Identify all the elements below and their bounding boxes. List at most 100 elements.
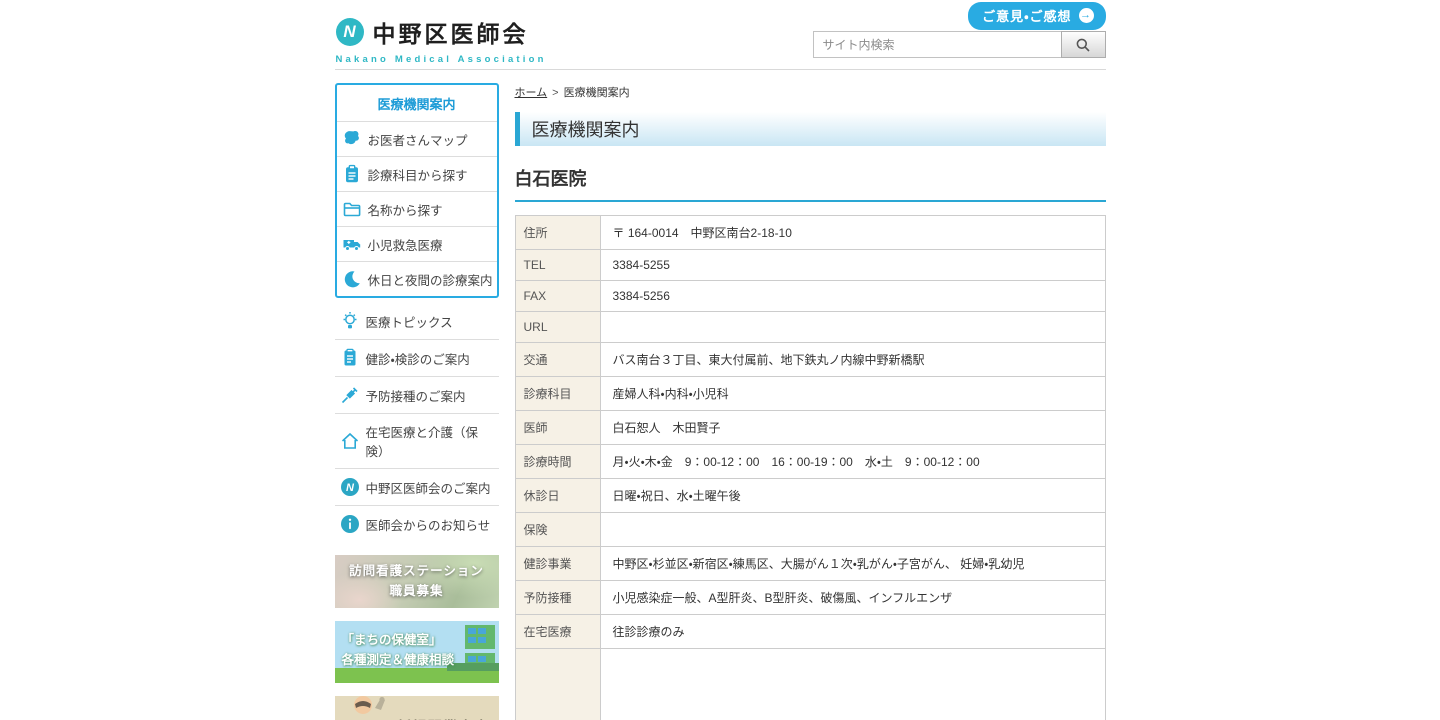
row-label: 診療時間: [515, 445, 600, 479]
table-row: FAX 3384-5256: [515, 281, 1105, 312]
site-title: 中野区医師会: [373, 15, 529, 49]
ambulance-icon: [342, 234, 362, 254]
row-value: 往診診療のみ: [600, 615, 1105, 649]
feedback-button[interactable]: ご意見・ご感想 →: [968, 2, 1105, 30]
sidebar-item-label: 予防接種のご案内: [366, 386, 466, 405]
banner-text: 職員募集: [389, 582, 443, 601]
row-label: URL: [515, 312, 600, 343]
table-row-empty: [515, 649, 1105, 720]
table-row: TEL 3384-5255: [515, 250, 1105, 281]
row-value: 小児感染症一般、A型肝炎、B型肝炎、破傷風、インフルエンザ: [600, 581, 1105, 615]
banner-text: 訪問看護ステーション: [349, 562, 484, 581]
row-label: 医師: [515, 411, 600, 445]
sidebar-item-pediatric-emergency[interactable]: 小児救急医療: [337, 226, 497, 261]
row-label: FAX: [515, 281, 600, 312]
moon-icon: [342, 269, 362, 289]
table-row: 休診日 日曜・祝日、水・土曜午後: [515, 479, 1105, 513]
row-value: 3384-5256: [600, 281, 1105, 312]
sidebar-box-title: 医療機関案内: [337, 85, 497, 121]
site-logo[interactable]: N 中野区医師会 Nakano Medical Association: [336, 15, 547, 65]
main: 医療機関案内 お医者さんマップ: [335, 70, 1106, 720]
document-icon: [340, 348, 360, 368]
sidebar-links: 医療トピックス 健診・検診のご案内: [335, 303, 499, 542]
clinic-name-heading: 白石医院: [515, 165, 1106, 202]
clipboard-icon: [342, 164, 362, 184]
row-value: バス南台３丁目、東大付属前、地下鉄丸ノ内線中野新橋駅: [600, 343, 1105, 377]
row-label: 住所: [515, 216, 600, 250]
row-value: 3384-5255: [600, 250, 1105, 281]
table-row: 保険: [515, 513, 1105, 547]
row-label: 在宅医療: [515, 615, 600, 649]
sidebar-item-doctor-map[interactable]: お医者さんマップ: [337, 121, 497, 156]
content: ホーム > 医療機関案内 医療機関案内 白石医院 住所 〒 164-0014 中野区…: [515, 83, 1106, 720]
row-value: 白石恕人 木田賢子: [600, 411, 1105, 445]
sidebar-item-label: 医師会からのお知らせ: [366, 515, 491, 534]
sidebar-item-home-care[interactable]: 在宅医療と介護（保険）: [335, 413, 499, 468]
row-value: [600, 312, 1105, 343]
row-value: 中野区・杉並区・新宿区・練馬区、大腸がん１次・乳がん・子宮がん、 妊婦・乳幼児: [600, 547, 1105, 581]
sidebar-item-label: 小児救急医療: [368, 235, 443, 254]
row-value: 月・火・木・金 9：00-12：00 16：00-19：00 水・土 9：00-…: [600, 445, 1105, 479]
table-row: 住所 〒 164-0014 中野区南台2-18-10: [515, 216, 1105, 250]
breadcrumb-separator: >: [552, 87, 558, 99]
table-row: 医師 白石恕人 木田賢子: [515, 411, 1105, 445]
sidebar-item-association-guide[interactable]: N 中野区医師会のご案内: [335, 468, 499, 505]
breadcrumb-home-link[interactable]: ホーム: [515, 87, 548, 99]
syringe-icon: [340, 385, 360, 405]
sidebar-item-label: 在宅医療と介護（保険）: [366, 422, 496, 460]
row-label: 健診事業: [515, 547, 600, 581]
row-value: 産婦人科・内科・小児科: [600, 377, 1105, 411]
row-label: 休診日: [515, 479, 600, 513]
house-icon: [340, 431, 360, 451]
sidebar-item-search-by-dept[interactable]: 診療科目から探す: [337, 156, 497, 191]
map-icon: [342, 129, 362, 149]
page-title-bar: 医療機関案内: [515, 112, 1106, 146]
sidebar-item-label: 休日と夜間の診療案内: [368, 270, 493, 289]
svg-text:N: N: [346, 482, 355, 494]
row-value: [600, 649, 1105, 720]
sidebar-item-label: お医者さんマップ: [368, 130, 468, 149]
sidebar-item-association-news[interactable]: 医師会からのお知らせ: [335, 505, 499, 542]
banner-text: 「まちの保健室」: [342, 630, 455, 650]
banner-nurse-recruit[interactable]: 訪問看護ステーション 職員募集: [335, 555, 499, 608]
table-row: 診療科目 産婦人科・内科・小児科: [515, 377, 1105, 411]
row-value: 〒 164-0014 中野区南台2-18-10: [600, 216, 1105, 250]
row-label: 予防接種: [515, 581, 600, 615]
table-row: 健診事業 中野区・杉並区・新宿区・練馬区、大腸がん１次・乳がん・子宮がん、 妊婦…: [515, 547, 1105, 581]
row-label: 保険: [515, 513, 600, 547]
site-subtitle: Nakano Medical Association: [336, 54, 547, 65]
row-label: TEL: [515, 250, 600, 281]
row-value: 日曜・祝日、水・土曜午後: [600, 479, 1105, 513]
banner-text: 新規開業案内: [397, 716, 490, 720]
table-row: 交通 バス南台３丁目、東大付属前、地下鉄丸ノ内線中野新橋駅: [515, 343, 1105, 377]
row-value: [600, 513, 1105, 547]
sidebar-item-holiday-night-care[interactable]: 休日と夜間の診療案内: [337, 261, 497, 296]
sidebar-medical-box: 医療機関案内 お医者さんマップ: [335, 83, 499, 298]
clinic-detail-table: 住所 〒 164-0014 中野区南台2-18-10 TEL 3384-5255…: [515, 215, 1106, 720]
arrow-right-icon: →: [1079, 8, 1094, 23]
row-label: 診療科目: [515, 377, 600, 411]
banner-new-practice[interactable]: 新規開業案内: [335, 696, 499, 720]
sidebar-item-vaccination-guide[interactable]: 予防接種のご案内: [335, 376, 499, 413]
sidebar-item-medical-topics[interactable]: 医療トピックス: [335, 303, 499, 339]
table-row: 在宅医療 往診診療のみ: [515, 615, 1105, 649]
search-input[interactable]: [813, 31, 1061, 58]
feedback-button-label: ご意見・ご感想: [982, 6, 1071, 25]
banner-health-room[interactable]: 「まちの保健室」 各種測定＆健康相談: [335, 621, 499, 683]
search-button[interactable]: [1061, 31, 1106, 58]
ground-illustration: [447, 663, 499, 671]
sidebar-item-label: 健診・検診のご案内: [366, 349, 470, 368]
table-row: 予防接種 小児感染症一般、A型肝炎、B型肝炎、破傷風、インフルエンザ: [515, 581, 1105, 615]
folder-icon: [342, 199, 362, 219]
sidebar-item-label: 診療科目から探す: [368, 165, 468, 184]
breadcrumb-current: 医療機関案内: [564, 87, 630, 99]
sidebar-item-label: 医療トピックス: [366, 312, 453, 331]
logo-n-icon: N: [336, 18, 364, 46]
info-icon: [340, 514, 360, 534]
page-title: 医療機関案内: [532, 116, 640, 142]
sidebar-item-label: 中野区医師会のご案内: [366, 478, 491, 497]
sidebar-item-checkup-guide[interactable]: 健診・検診のご案内: [335, 339, 499, 376]
table-row: URL: [515, 312, 1105, 343]
sidebar-item-search-by-name[interactable]: 名称から探す: [337, 191, 497, 226]
sidebar: 医療機関案内 お医者さんマップ: [335, 83, 499, 720]
